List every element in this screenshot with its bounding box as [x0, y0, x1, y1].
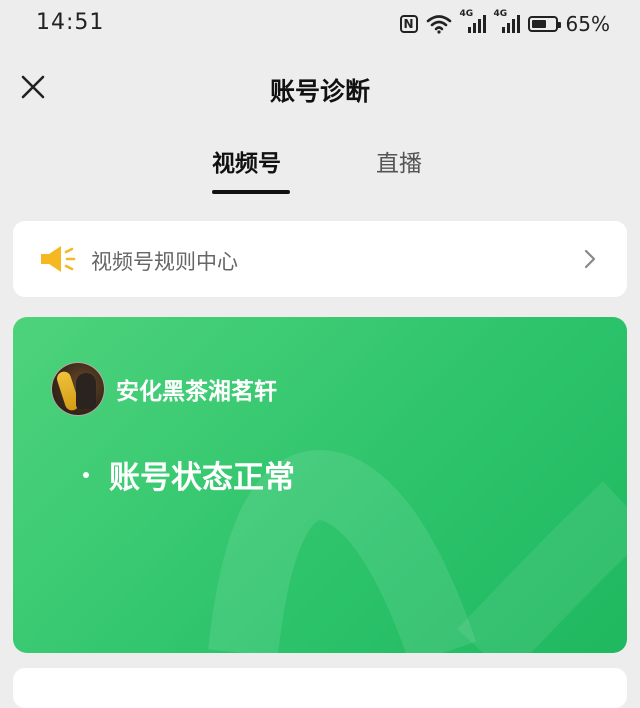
account-status-text: 账号状态正常 — [109, 460, 295, 496]
wifi-icon — [426, 14, 452, 34]
page-title: 账号诊断 — [269, 77, 370, 106]
battery-icon — [527, 16, 561, 32]
battery-fill — [531, 20, 546, 28]
nfc-icon: N — [399, 15, 418, 33]
status-icons: N 4G 4G 65% — [399, 9, 610, 38]
active-tab-indicator — [212, 190, 290, 194]
avatar[interactable] — [51, 362, 105, 416]
tab-live[interactable]: 直播 — [376, 144, 422, 178]
next-card — [13, 668, 627, 708]
signal-icon: 4G — [460, 9, 486, 35]
signal-type-label: 4G — [459, 9, 474, 19]
tab-bar: 视频号 直播 — [0, 140, 640, 200]
decorative-wave — [208, 450, 627, 653]
tab-video[interactable]: 视频号 — [212, 144, 281, 178]
account-status-card: 安化黑茶湘茗轩 账号状态正常 — [13, 317, 627, 653]
status-time: 14:51 — [36, 10, 105, 35]
signal-icon: 4G — [494, 9, 520, 35]
rules-center-entry[interactable]: 视频号规则中心 — [13, 221, 627, 297]
rules-center-label: 视频号规则中心 — [91, 250, 238, 274]
speaker-icon — [39, 243, 79, 275]
status-bar: 14:51 N 4G 4G 65% — [0, 0, 640, 50]
signal-type-label: 4G — [493, 9, 508, 19]
chevron-right-icon — [583, 248, 597, 270]
header: 账号诊断 — [0, 58, 640, 118]
battery-percent: 65% — [565, 12, 610, 36]
bullet-dot — [83, 472, 89, 478]
account-name: 安化黑茶湘茗轩 — [116, 379, 277, 405]
